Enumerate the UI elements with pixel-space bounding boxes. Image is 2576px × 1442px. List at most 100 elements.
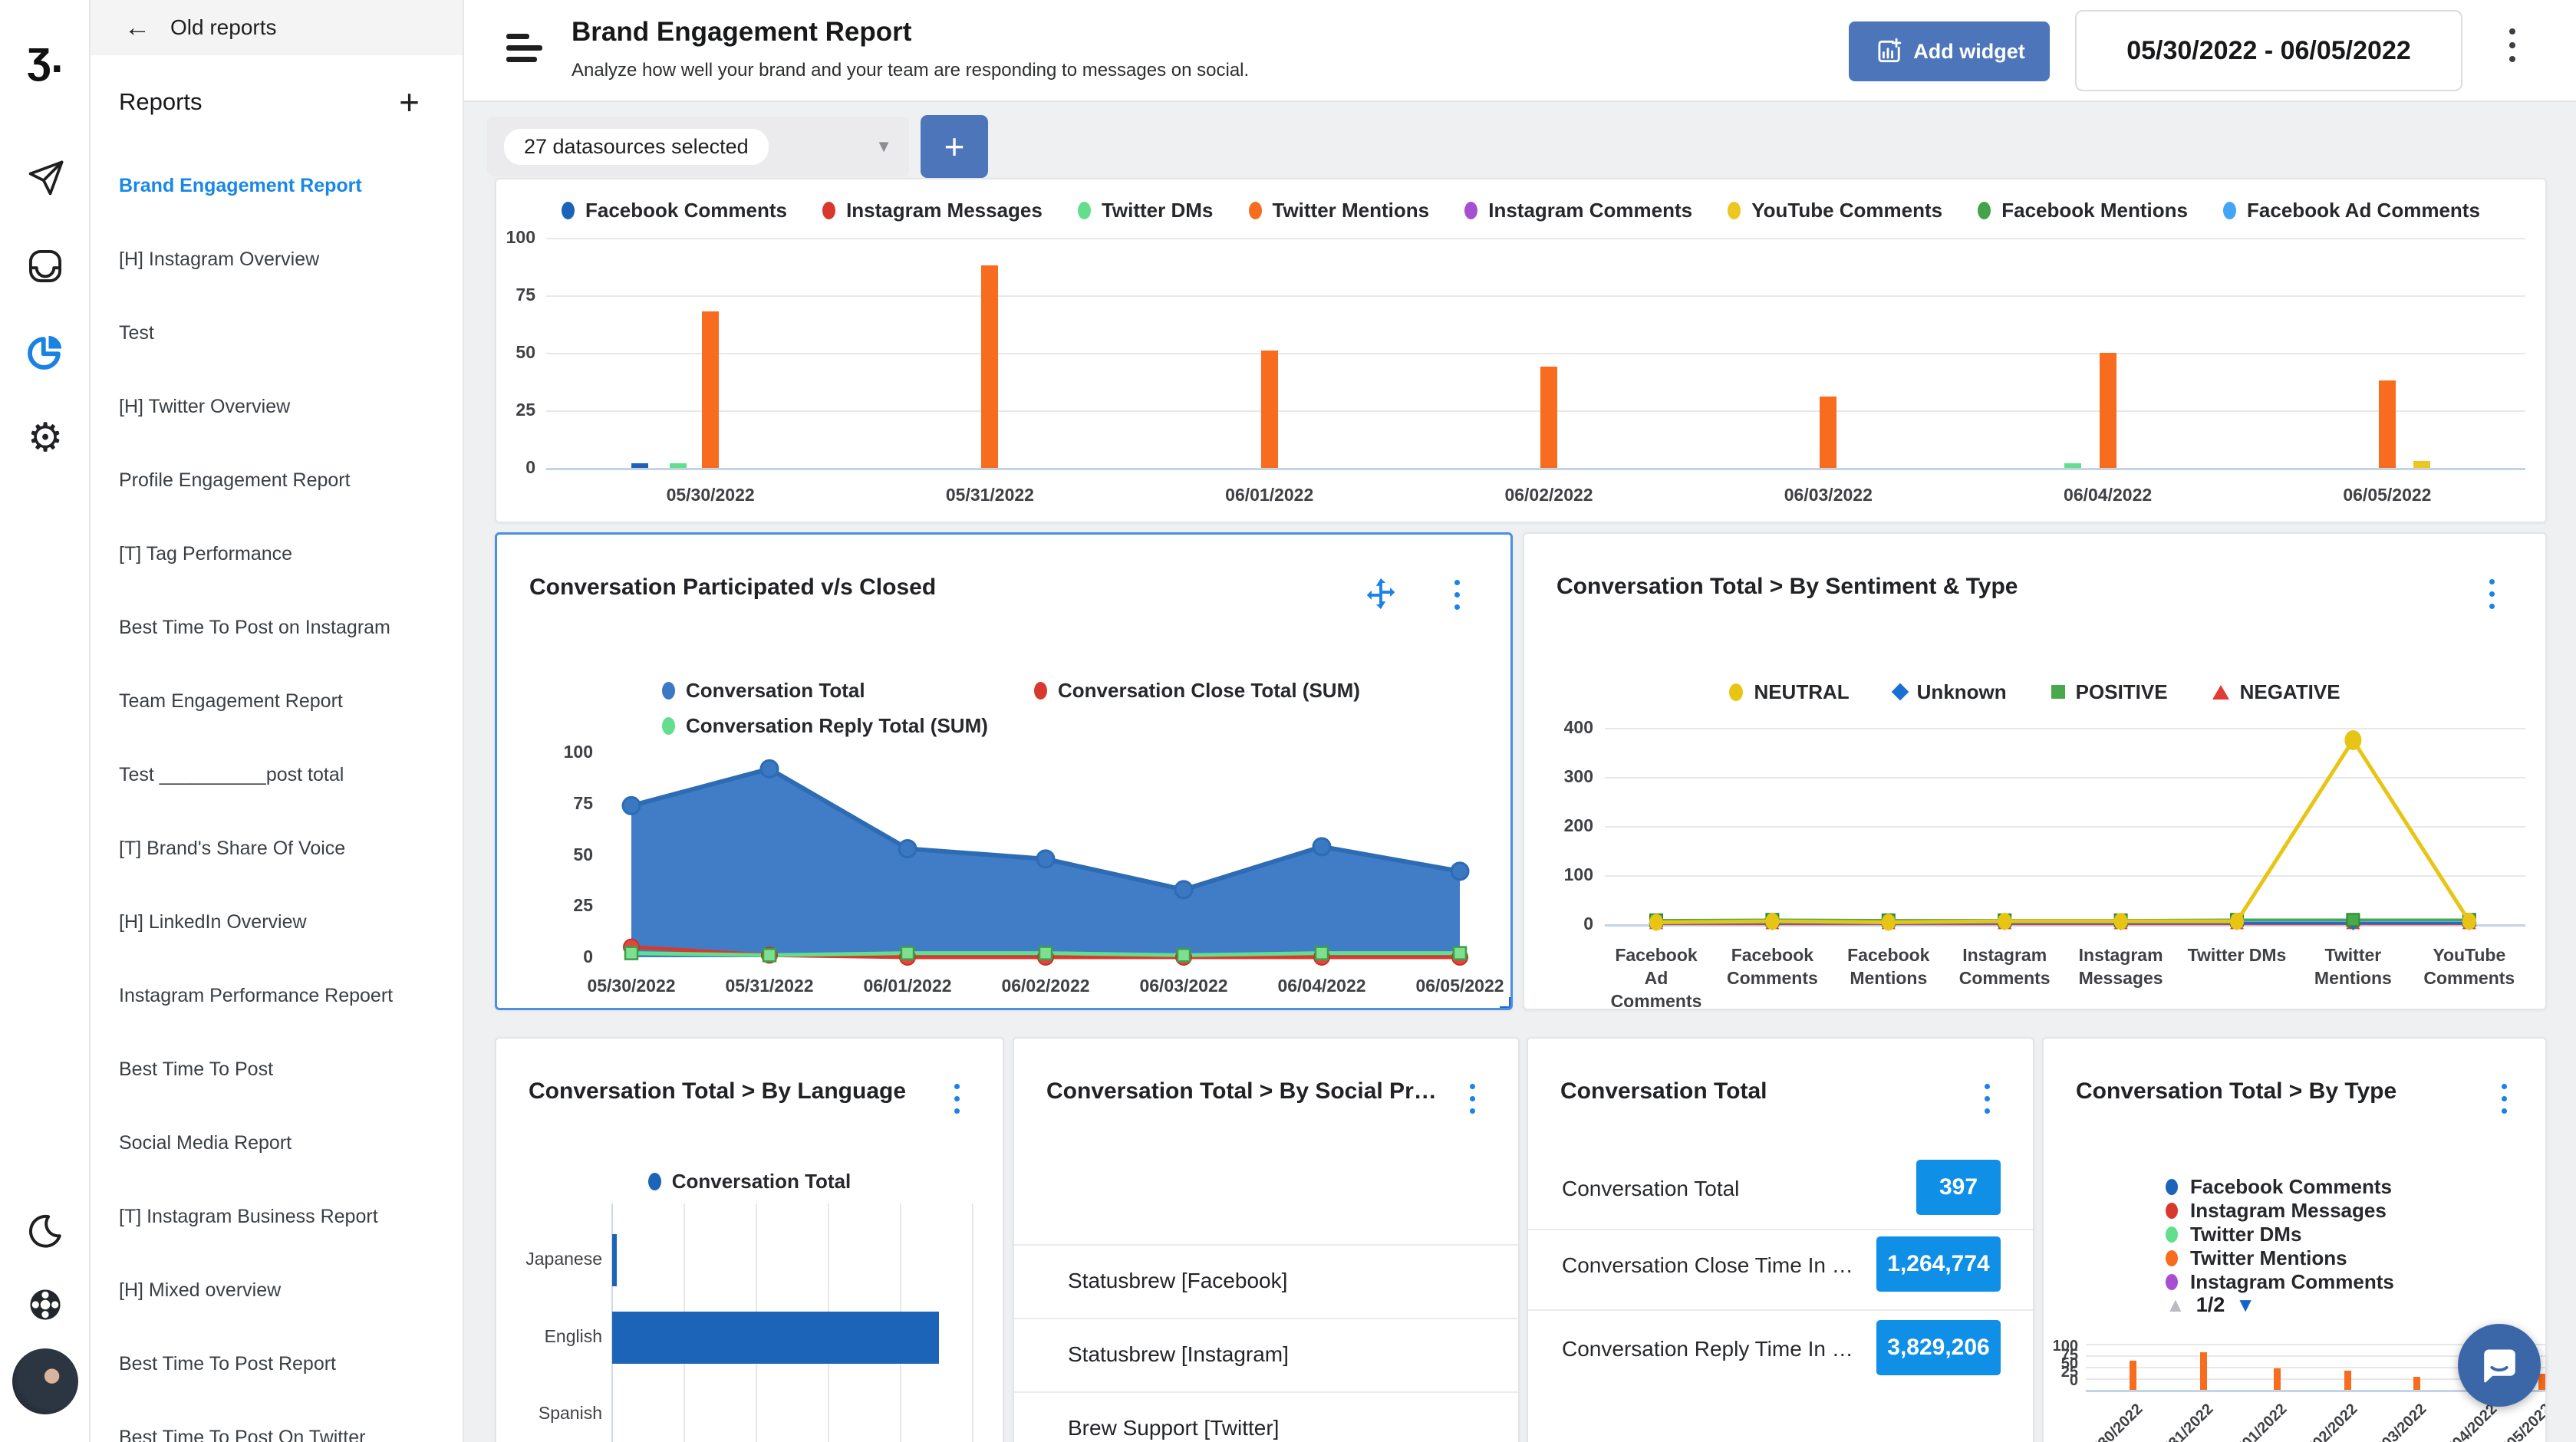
Instagram Comments-marker — [2166, 1274, 2178, 1290]
datasources-select[interactable]: 27 datasources selected ▼ — [487, 117, 909, 176]
page-subtitle: Analyze how well your brand and your tea… — [572, 60, 1249, 81]
sidebar-report-item[interactable]: [T] Instagram Business Report — [91, 1180, 463, 1253]
publish-plane-icon[interactable] — [0, 153, 91, 204]
sidebar-report-item[interactable]: [H] Instagram Overview — [91, 222, 463, 296]
sidebar-report-item[interactable]: Best Time To Post Report — [91, 1327, 463, 1401]
legend-item[interactable]: Instagram Comments — [1464, 199, 1692, 222]
sidebar-report-item[interactable]: Team Engagement Report — [91, 664, 463, 738]
widget-title: Conversation Total > By Type — [2076, 1078, 2396, 1105]
social-profile-row[interactable]: Statusbrew [Instagram] — [1068, 1342, 1289, 1367]
bar-Facebook Comments — [631, 463, 648, 468]
legend-label: Twitter DMs — [1102, 199, 1213, 222]
Twitter DMs-marker — [2166, 1226, 2178, 1243]
YouTube Comments-marker — [1728, 202, 1741, 219]
report-menu-icon[interactable] — [506, 34, 543, 68]
support-chat-button[interactable] — [2458, 1324, 2541, 1407]
Instagram Messages-marker — [822, 202, 835, 219]
legend-page-down-icon[interactable]: ▼ — [2235, 1293, 2255, 1317]
sidebar-report-item[interactable]: [H] LinkedIn Overview — [91, 885, 463, 959]
main-content: Brand Engagement Report Analyze how well… — [464, 0, 2576, 1442]
legend-item[interactable]: Twitter DMs — [1078, 199, 1213, 222]
settings-gear-icon[interactable]: ⚙ — [0, 413, 91, 463]
Instagram Messages-marker — [2166, 1203, 2178, 1219]
report-overflow-menu[interactable] — [2509, 25, 2515, 66]
dark-mode-moon-icon[interactable] — [0, 1206, 91, 1256]
old-reports-back[interactable]: ← Old reports — [91, 0, 463, 55]
sidebar-report-item[interactable]: Social Media Report — [91, 1106, 463, 1180]
sidebar-report-item[interactable]: [H] Twitter Overview — [91, 370, 463, 443]
legend-item[interactable]: Facebook Mentions — [1978, 199, 2188, 222]
widget-menu[interactable] — [954, 1080, 960, 1117]
bar-Japanese — [612, 1234, 617, 1286]
legend-label: Instagram Comments — [2190, 1270, 2394, 1294]
legend-item[interactable]: Twitter Mentions — [1249, 199, 1430, 222]
legend-page-up-icon[interactable]: ▲ — [2166, 1293, 2186, 1317]
sidebar-report-item[interactable]: Test — [91, 296, 463, 370]
help-wheel-icon[interactable] — [0, 1279, 91, 1330]
legend-item[interactable]: Instagram Comments — [2166, 1270, 2394, 1294]
reports-section-title: Reports — [119, 88, 203, 116]
statusbrew-logo-icon[interactable]: ʒ. — [0, 31, 91, 84]
user-avatar[interactable] — [0, 1347, 91, 1416]
bar-Twitter Mentions — [981, 265, 998, 468]
back-arrow-icon: ← — [124, 13, 150, 43]
widget-title: Conversation Total > By Language — [529, 1078, 906, 1105]
social-profile-row[interactable]: Brew Support [Twitter] — [1068, 1416, 1279, 1440]
Twitter Mentions-marker — [1249, 202, 1262, 219]
sidebar-report-item[interactable]: [T] Brand's Share Of Voice — [91, 812, 463, 885]
engage-inbox-icon[interactable] — [0, 241, 91, 291]
mini-bar — [2413, 1377, 2420, 1390]
widget-menu[interactable] — [1470, 1080, 1475, 1117]
reports-pie-icon[interactable] — [0, 327, 91, 377]
legend-item[interactable]: Facebook Comments — [2166, 1175, 2394, 1199]
add-widget-button[interactable]: Add widget — [1849, 21, 2050, 81]
legend-item[interactable]: Facebook Ad Comments — [2223, 199, 2480, 222]
mini-xtick: 05/30/2022 — [2069, 1401, 2146, 1442]
language-legend: Conversation Total — [496, 1164, 1003, 1198]
widget-by-language: Conversation Total > By Language Convers… — [495, 1037, 1004, 1442]
legend-item[interactable]: Instagram Messages — [2166, 1199, 2394, 1223]
widget-participated-vs-closed[interactable]: Conversation Participated v/s Closed Con… — [495, 532, 1513, 1010]
widget-menu[interactable] — [1985, 1080, 1990, 1117]
legend-item[interactable]: Instagram Messages — [822, 199, 1043, 222]
social-profile-row[interactable]: Statusbrew [Facebook] — [1068, 1269, 1287, 1293]
sidebar-report-item[interactable]: Best Time To Post — [91, 1032, 463, 1106]
mini-bar — [2200, 1352, 2207, 1390]
metric-label: Conversation Reply Time In … — [1562, 1337, 1853, 1361]
widget-engagement-by-type-chart: Facebook Comments Instagram Messages Twitt… — [495, 178, 2547, 523]
report-list: Brand Engagement Report[H] Instagram Ove… — [91, 149, 463, 1442]
mini-xtick: 06/01/2022 — [2213, 1401, 2291, 1442]
datasources-value: 27 datasources selected — [504, 129, 769, 165]
by-type-legend: Facebook CommentsInstagram MessagesTwitt… — [2166, 1175, 2394, 1294]
sidebar-report-item[interactable]: Instagram Performance Repoert — [91, 959, 463, 1032]
widget-menu[interactable] — [2502, 1080, 2507, 1117]
add-report-button[interactable]: + — [399, 84, 420, 120]
mini-bar — [2344, 1371, 2351, 1390]
sidebar-report-item[interactable]: [T] Tag Performance — [91, 517, 463, 591]
mini-xtick: 06/02/2022 — [2284, 1401, 2361, 1442]
report-header: Brand Engagement Report Analyze how well… — [464, 0, 2576, 102]
Twitter Mentions-marker — [2166, 1250, 2178, 1266]
sidebar-report-item[interactable]: [H] Mixed overview — [91, 1253, 463, 1327]
legend-label: Facebook Ad Comments — [2247, 199, 2480, 222]
sidebar-report-item[interactable]: Test __________post total — [91, 738, 463, 812]
sidebar-report-item[interactable]: Best Time To Post On Twitter — [91, 1401, 463, 1442]
widget-by-social-profile: Conversation Total > By Social Pr… Statu… — [1013, 1037, 1520, 1442]
legend-item[interactable]: Facebook Comments — [562, 199, 787, 222]
metric-label: Conversation Close Time In … — [1562, 1253, 1853, 1278]
dropdown-caret-icon: ▼ — [875, 137, 892, 156]
legend-item[interactable]: YouTube Comments — [1728, 199, 1942, 222]
add-datasource-button[interactable]: + — [921, 115, 988, 178]
date-range-picker[interactable]: 05/30/2022 - 06/05/2022 — [2075, 10, 2462, 91]
legend-label: Facebook Comments — [2190, 1175, 2392, 1199]
metric-value-chip: 397 — [1916, 1160, 2001, 1215]
icon-rail: ʒ. ⚙ — [0, 0, 91, 1442]
legend-item[interactable]: Twitter Mentions — [2166, 1246, 2394, 1270]
sidebar-report-item[interactable]: Brand Engagement Report — [91, 149, 463, 222]
bar-YouTube Comments — [2413, 461, 2430, 468]
mini-bar — [2130, 1361, 2136, 1390]
sidebar-report-item[interactable]: Profile Engagement Report — [91, 443, 463, 517]
sidebar-report-item[interactable]: Best Time To Post on Instagram — [91, 591, 463, 664]
legend-item[interactable]: Twitter DMs — [2166, 1223, 2394, 1246]
Facebook Ad Comments-marker — [2223, 202, 2236, 219]
